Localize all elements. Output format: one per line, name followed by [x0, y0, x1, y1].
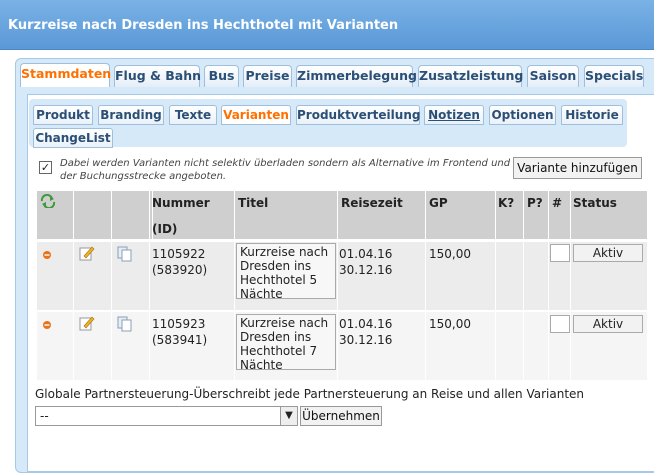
row-title: Kurzreise nach Dresden ins Hechthotel 5 …: [236, 243, 336, 301]
refresh-icon[interactable]: [39, 194, 57, 208]
header-p: P?: [527, 196, 543, 210]
subtab-historie[interactable]: Historie: [561, 105, 623, 125]
header-gp: GP: [429, 196, 448, 210]
row-id: (583920): [152, 263, 208, 277]
copy-icon[interactable]: [117, 316, 133, 332]
subtab-notizen-label: Notizen: [428, 108, 480, 122]
row-date-from: 01.04.16: [339, 317, 393, 331]
global-partner-label: Globale Partnersteuerung-Überschreibt je…: [35, 387, 585, 401]
subtab-produkt[interactable]: Produkt: [33, 105, 93, 125]
column-divider: [234, 191, 235, 381]
column-divider: [111, 191, 112, 381]
partner-select-value: --: [40, 409, 49, 423]
tab-zimmerbelegung[interactable]: Zimmerbelegung: [296, 65, 417, 87]
add-variant-button[interactable]: Variante hinzufügen: [513, 157, 642, 179]
subtab-optionen[interactable]: Optionen: [489, 105, 556, 125]
tab-saison[interactable]: Saison: [527, 65, 579, 87]
column-divider: [570, 191, 571, 381]
header-titel: Titel: [238, 196, 269, 210]
subtab-produktverteilung[interactable]: Produktverteilung: [296, 105, 420, 125]
row-title: Kurzreise nach Dresden ins Hechthotel 7 …: [236, 314, 336, 372]
checkmark-icon[interactable]: ✓: [39, 161, 52, 174]
tab-stammdaten[interactable]: Stammdaten: [20, 63, 111, 87]
column-divider: [337, 191, 338, 381]
row-nummer: 1105923: [152, 317, 206, 331]
row-date-from: 01.04.16: [339, 247, 393, 261]
tab-preise[interactable]: Preise: [243, 65, 292, 87]
header-k: K?: [498, 196, 515, 210]
dropdown-arrow-icon[interactable]: ▼: [280, 407, 297, 425]
edit-icon[interactable]: [79, 245, 95, 261]
partner-select[interactable]: -- ▼: [35, 406, 298, 426]
column-divider: [495, 191, 496, 381]
subtab-branding[interactable]: Branding: [98, 105, 164, 125]
row-order-input[interactable]: [550, 315, 570, 333]
tab-zusatzleistung[interactable]: Zusatzleistung: [418, 65, 523, 87]
column-divider: [523, 191, 524, 381]
column-divider: [425, 191, 426, 381]
row-gp: 150,00: [429, 317, 471, 331]
header-reisezeit: Reisezeit: [341, 196, 403, 210]
subtab-notizen[interactable]: Notizen: [424, 105, 484, 125]
apply-button[interactable]: Übernehmen: [300, 406, 382, 426]
copy-icon[interactable]: [117, 246, 133, 262]
app-header: Kurzreise nach Dresden ins Hechthotel mi…: [0, 0, 654, 50]
row-date-to: 30.12.16: [339, 333, 393, 347]
subtab-varianten[interactable]: Varianten: [221, 105, 291, 125]
row-id: (583941): [152, 333, 208, 347]
row-gp: 150,00: [429, 247, 471, 261]
remove-icon[interactable]: [42, 320, 52, 330]
header-hash: #: [552, 196, 563, 210]
column-divider: [149, 191, 150, 381]
subtab-changelist[interactable]: ChangeList: [33, 128, 113, 148]
column-divider: [548, 191, 549, 381]
remove-icon[interactable]: [42, 250, 52, 260]
variant-note: Dabei werden Varianten nicht selektiv üb…: [60, 158, 511, 182]
tab-specials[interactable]: Specials: [584, 65, 644, 87]
row-nummer: 1105922: [152, 247, 206, 261]
status-button[interactable]: Aktiv: [573, 244, 643, 262]
header-status: Status: [573, 196, 617, 210]
header-nummer: Nummer: [152, 196, 210, 210]
header-id: (ID): [152, 222, 178, 236]
tab-flug-bahn[interactable]: Flug & Bahn: [114, 65, 201, 87]
tab-bus[interactable]: Bus: [204, 65, 239, 87]
row-date-to: 30.12.16: [339, 263, 393, 277]
column-divider: [73, 191, 74, 381]
edit-icon[interactable]: [79, 315, 95, 331]
subtab-texte[interactable]: Texte: [169, 105, 217, 125]
row-order-input[interactable]: [550, 244, 570, 262]
status-button[interactable]: Aktiv: [573, 315, 643, 333]
page-title: Kurzreise nach Dresden ins Hechthotel mi…: [8, 18, 399, 33]
